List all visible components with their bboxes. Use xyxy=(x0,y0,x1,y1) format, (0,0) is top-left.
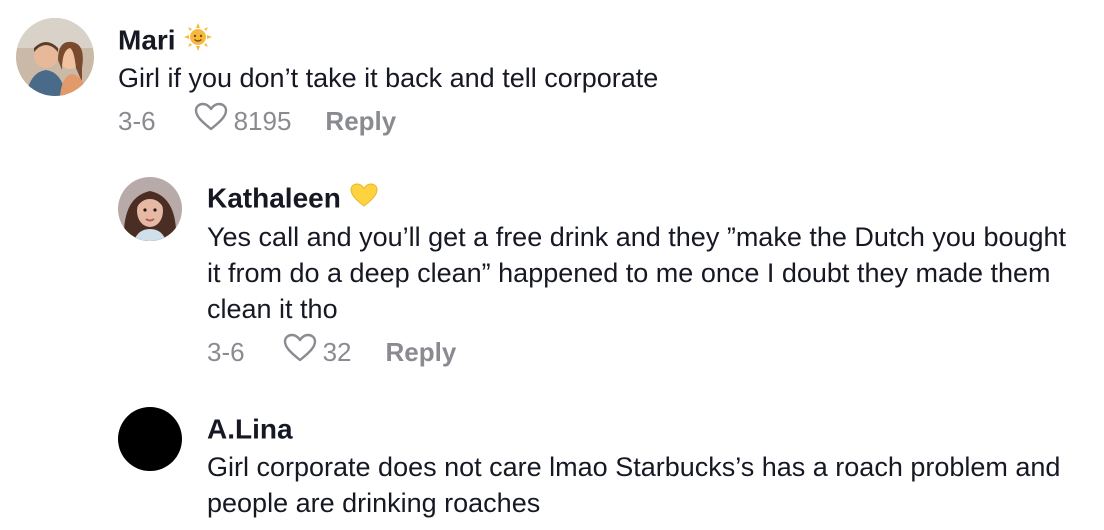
comment-text: Girl if you don’t take it back and tell … xyxy=(118,63,659,93)
avatar[interactable] xyxy=(118,407,182,471)
avatar[interactable] xyxy=(118,177,182,241)
like-button[interactable]: 32 xyxy=(283,333,352,370)
like-count: 32 xyxy=(322,336,352,367)
comment-date: 3-6 xyxy=(118,105,156,136)
yellow-heart-icon xyxy=(349,182,379,216)
like-button[interactable]: 8195 xyxy=(194,102,292,139)
heart-icon[interactable] xyxy=(194,102,228,139)
username[interactable]: A.Lina xyxy=(207,411,293,447)
comment-date: 3-6 xyxy=(207,336,245,367)
reply-button[interactable]: Reply xyxy=(386,336,457,368)
comment-meta: 3-6 8195 Reply xyxy=(118,102,396,139)
reply-button[interactable]: Reply xyxy=(325,105,396,137)
avatar[interactable] xyxy=(16,18,94,96)
sun-emoji-icon xyxy=(183,22,212,59)
username[interactable]: Kathaleen xyxy=(207,180,379,216)
heart-icon[interactable] xyxy=(283,333,317,370)
comment-text: Girl corporate does not care lmao Starbu… xyxy=(207,452,1068,518)
comment-meta: 3-6 32 Reply xyxy=(207,333,456,370)
username[interactable]: Mari xyxy=(118,22,212,59)
like-count: 8195 xyxy=(233,105,292,136)
comment-text: Yes call and you’ll get a free drink and… xyxy=(207,222,1074,324)
